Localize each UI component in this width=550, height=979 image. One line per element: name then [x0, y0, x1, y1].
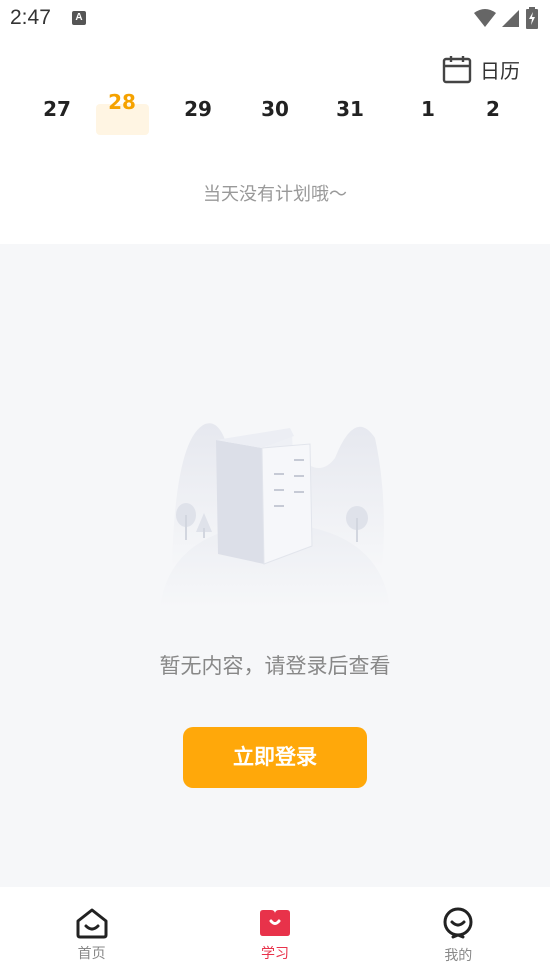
- tab-study-label: 学习: [260, 946, 289, 962]
- notification-a-icon: A: [72, 11, 86, 25]
- signal-icon: [502, 10, 519, 27]
- date-item[interactable]: 2: [468, 97, 518, 121]
- date-item-selected[interactable]: 28: [97, 92, 147, 114]
- calendar-button[interactable]: 日历: [442, 54, 520, 84]
- wifi-icon: [474, 9, 496, 27]
- date-item[interactable]: 29: [173, 97, 223, 121]
- empty-book-illustration: [160, 423, 390, 608]
- home-icon: [76, 908, 108, 939]
- tab-profile-label: 我的: [444, 948, 473, 964]
- tab-home[interactable]: 首页: [0, 887, 183, 979]
- date-item[interactable]: 27: [32, 97, 82, 121]
- status-icons: [474, 7, 538, 29]
- login-button[interactable]: 立即登录: [183, 727, 367, 788]
- calendar-icon: [442, 56, 472, 84]
- battery-icon: [526, 7, 538, 29]
- tab-study[interactable]: 学习: [183, 887, 366, 979]
- date-strip[interactable]: 27 28 29 30 31 1 2: [0, 92, 550, 146]
- main-content: 暂无内容，请登录后查看 立即登录: [0, 244, 550, 887]
- profile-icon: [443, 907, 473, 939]
- tab-home-label: 首页: [77, 946, 106, 962]
- date-item[interactable]: 1: [403, 97, 453, 121]
- login-prompt-text: 暂无内容，请登录后查看: [159, 654, 391, 678]
- study-icon: [259, 910, 290, 936]
- empty-plan-text: 当天没有计划哦～: [203, 184, 347, 205]
- bottom-tab-bar: 首页 学习 我的: [0, 887, 550, 979]
- date-item[interactable]: 31: [325, 97, 375, 121]
- date-item[interactable]: 30: [250, 97, 300, 121]
- calendar-label: 日历: [480, 58, 520, 83]
- status-bar: 2:47 A: [0, 0, 550, 38]
- tab-profile[interactable]: 我的: [367, 887, 550, 979]
- status-time: 2:47: [10, 6, 51, 29]
